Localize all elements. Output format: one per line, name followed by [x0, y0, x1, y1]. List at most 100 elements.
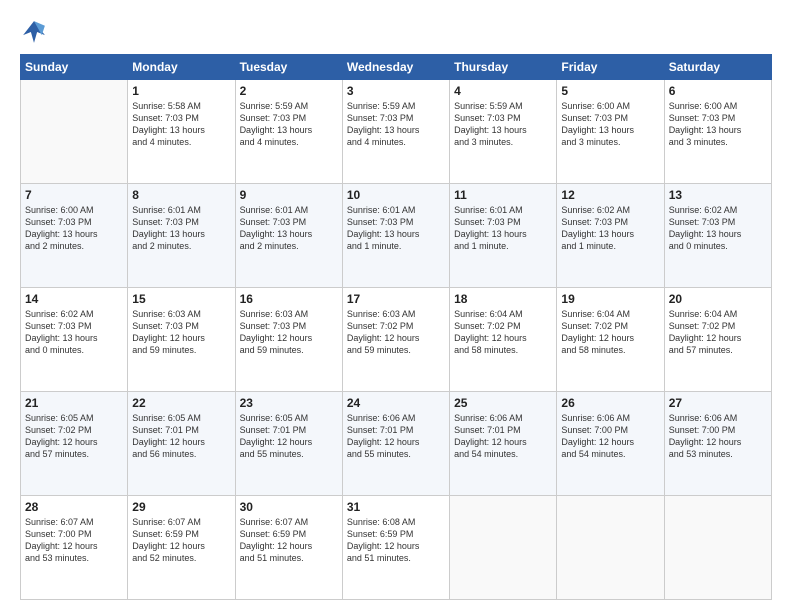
cell-info: Sunrise: 6:06 AM Sunset: 7:00 PM Dayligh…	[669, 412, 767, 461]
header-day-tuesday: Tuesday	[235, 55, 342, 80]
cell-info: Sunrise: 6:03 AM Sunset: 7:03 PM Dayligh…	[132, 308, 230, 357]
calendar-cell: 24Sunrise: 6:06 AM Sunset: 7:01 PM Dayli…	[342, 392, 449, 496]
cell-info: Sunrise: 6:06 AM Sunset: 7:01 PM Dayligh…	[347, 412, 445, 461]
calendar-cell: 26 Sunrise: 6:06 AM Sunset: 7:00 PM Dayli…	[557, 392, 664, 496]
calendar-cell: 11 Sunrise: 6:01 AM Sunset: 7:03 PM Dayli…	[450, 184, 557, 288]
cell-info: Sunrise: 5:58 AM Sunset: 7:03 PM Dayligh…	[132, 100, 230, 149]
day-number: 9	[240, 188, 338, 202]
cell-info: Sunrise: 6:02 AM Sunset: 7:03 PM Dayligh…	[25, 308, 123, 357]
day-number: 31	[347, 500, 445, 514]
header-day-sunday: Sunday	[21, 55, 128, 80]
cell-info: Sunrise: 6:07 AM Sunset: 7:00 PM Dayligh…	[25, 516, 123, 565]
week-row-5: 28 Sunrise: 6:07 AM Sunset: 7:00 PM Dayli…	[21, 496, 772, 600]
calendar-cell: 18 Sunrise: 6:04 AM Sunset: 7:02 PM Dayli…	[450, 288, 557, 392]
day-number: 3	[347, 84, 445, 98]
day-number: 25	[454, 396, 552, 410]
calendar-cell: 19 Sunrise: 6:04 AM Sunset: 7:02 PM Dayli…	[557, 288, 664, 392]
calendar-cell	[557, 496, 664, 600]
calendar-cell: 28 Sunrise: 6:07 AM Sunset: 7:00 PM Dayli…	[21, 496, 128, 600]
calendar-cell: 27 Sunrise: 6:06 AM Sunset: 7:00 PM Dayli…	[664, 392, 771, 496]
calendar-cell: 13 Sunrise: 6:02 AM Sunset: 7:03 PM Dayli…	[664, 184, 771, 288]
page: SundayMondayTuesdayWednesdayThursdayFrid…	[0, 0, 792, 612]
day-number: 27	[669, 396, 767, 410]
day-number: 8	[132, 188, 230, 202]
day-number: 20	[669, 292, 767, 306]
calendar-cell: 14 Sunrise: 6:02 AM Sunset: 7:03 PM Dayli…	[21, 288, 128, 392]
day-number: 4	[454, 84, 552, 98]
cell-info: Sunrise: 6:01 AM Sunset: 7:03 PM Dayligh…	[347, 204, 445, 253]
day-number: 11	[454, 188, 552, 202]
header	[20, 18, 772, 46]
cell-info: Sunrise: 6:02 AM Sunset: 7:03 PM Dayligh…	[669, 204, 767, 253]
cell-info: Sunrise: 6:00 AM Sunset: 7:03 PM Dayligh…	[25, 204, 123, 253]
calendar-cell	[450, 496, 557, 600]
calendar-cell: 21 Sunrise: 6:05 AM Sunset: 7:02 PM Dayli…	[21, 392, 128, 496]
header-day-monday: Monday	[128, 55, 235, 80]
calendar-cell: 29Sunrise: 6:07 AM Sunset: 6:59 PM Dayli…	[128, 496, 235, 600]
day-number: 30	[240, 500, 338, 514]
day-number: 13	[669, 188, 767, 202]
calendar-cell: 17 Sunrise: 6:03 AM Sunset: 7:02 PM Dayli…	[342, 288, 449, 392]
day-number: 5	[561, 84, 659, 98]
day-number: 1	[132, 84, 230, 98]
cell-info: Sunrise: 6:02 AM Sunset: 7:03 PM Dayligh…	[561, 204, 659, 253]
calendar-cell: 22Sunrise: 6:05 AM Sunset: 7:01 PM Dayli…	[128, 392, 235, 496]
calendar-header-row: SundayMondayTuesdayWednesdayThursdayFrid…	[21, 55, 772, 80]
cell-info: Sunrise: 6:04 AM Sunset: 7:02 PM Dayligh…	[561, 308, 659, 357]
calendar-cell: 9Sunrise: 6:01 AM Sunset: 7:03 PM Daylig…	[235, 184, 342, 288]
calendar-cell: 16Sunrise: 6:03 AM Sunset: 7:03 PM Dayli…	[235, 288, 342, 392]
calendar-cell: 31 Sunrise: 6:08 AM Sunset: 6:59 PM Dayli…	[342, 496, 449, 600]
day-number: 19	[561, 292, 659, 306]
calendar-cell: 10Sunrise: 6:01 AM Sunset: 7:03 PM Dayli…	[342, 184, 449, 288]
cell-info: Sunrise: 5:59 AM Sunset: 7:03 PM Dayligh…	[454, 100, 552, 149]
day-number: 16	[240, 292, 338, 306]
day-number: 21	[25, 396, 123, 410]
cell-info: Sunrise: 6:00 AM Sunset: 7:03 PM Dayligh…	[561, 100, 659, 149]
calendar-cell	[21, 80, 128, 184]
week-row-3: 14 Sunrise: 6:02 AM Sunset: 7:03 PM Dayli…	[21, 288, 772, 392]
calendar-cell: 4 Sunrise: 5:59 AM Sunset: 7:03 PM Daylig…	[450, 80, 557, 184]
day-number: 28	[25, 500, 123, 514]
day-number: 29	[132, 500, 230, 514]
calendar-cell: 20 Sunrise: 6:04 AM Sunset: 7:02 PM Dayli…	[664, 288, 771, 392]
calendar-cell: 12Sunrise: 6:02 AM Sunset: 7:03 PM Dayli…	[557, 184, 664, 288]
week-row-1: 1 Sunrise: 5:58 AM Sunset: 7:03 PM Daylig…	[21, 80, 772, 184]
calendar-cell: 30 Sunrise: 6:07 AM Sunset: 6:59 PM Dayli…	[235, 496, 342, 600]
day-number: 26	[561, 396, 659, 410]
week-row-4: 21 Sunrise: 6:05 AM Sunset: 7:02 PM Dayli…	[21, 392, 772, 496]
cell-info: Sunrise: 6:01 AM Sunset: 7:03 PM Dayligh…	[454, 204, 552, 253]
cell-info: Sunrise: 6:07 AM Sunset: 6:59 PM Dayligh…	[240, 516, 338, 565]
day-number: 14	[25, 292, 123, 306]
cell-info: Sunrise: 6:01 AM Sunset: 7:03 PM Dayligh…	[132, 204, 230, 253]
week-row-2: 7Sunrise: 6:00 AM Sunset: 7:03 PM Daylig…	[21, 184, 772, 288]
calendar-cell: 6 Sunrise: 6:00 AM Sunset: 7:03 PM Daylig…	[664, 80, 771, 184]
day-number: 22	[132, 396, 230, 410]
day-number: 6	[669, 84, 767, 98]
header-day-saturday: Saturday	[664, 55, 771, 80]
cell-info: Sunrise: 5:59 AM Sunset: 7:03 PM Dayligh…	[347, 100, 445, 149]
cell-info: Sunrise: 6:04 AM Sunset: 7:02 PM Dayligh…	[669, 308, 767, 357]
cell-info: Sunrise: 6:04 AM Sunset: 7:02 PM Dayligh…	[454, 308, 552, 357]
calendar-cell: 5 Sunrise: 6:00 AM Sunset: 7:03 PM Daylig…	[557, 80, 664, 184]
cell-info: Sunrise: 6:05 AM Sunset: 7:01 PM Dayligh…	[240, 412, 338, 461]
calendar-cell: 3 Sunrise: 5:59 AM Sunset: 7:03 PM Daylig…	[342, 80, 449, 184]
header-day-friday: Friday	[557, 55, 664, 80]
cell-info: Sunrise: 6:06 AM Sunset: 7:00 PM Dayligh…	[561, 412, 659, 461]
cell-info: Sunrise: 6:03 AM Sunset: 7:02 PM Dayligh…	[347, 308, 445, 357]
day-number: 18	[454, 292, 552, 306]
calendar-cell: 2Sunrise: 5:59 AM Sunset: 7:03 PM Daylig…	[235, 80, 342, 184]
day-number: 23	[240, 396, 338, 410]
day-number: 17	[347, 292, 445, 306]
cell-info: Sunrise: 6:06 AM Sunset: 7:01 PM Dayligh…	[454, 412, 552, 461]
cell-info: Sunrise: 6:00 AM Sunset: 7:03 PM Dayligh…	[669, 100, 767, 149]
day-number: 15	[132, 292, 230, 306]
calendar: SundayMondayTuesdayWednesdayThursdayFrid…	[20, 54, 772, 600]
calendar-cell: 7Sunrise: 6:00 AM Sunset: 7:03 PM Daylig…	[21, 184, 128, 288]
calendar-cell: 25 Sunrise: 6:06 AM Sunset: 7:01 PM Dayli…	[450, 392, 557, 496]
cell-info: Sunrise: 6:08 AM Sunset: 6:59 PM Dayligh…	[347, 516, 445, 565]
calendar-cell: 23 Sunrise: 6:05 AM Sunset: 7:01 PM Dayli…	[235, 392, 342, 496]
cell-info: Sunrise: 6:05 AM Sunset: 7:02 PM Dayligh…	[25, 412, 123, 461]
calendar-cell: 8 Sunrise: 6:01 AM Sunset: 7:03 PM Daylig…	[128, 184, 235, 288]
cell-info: Sunrise: 5:59 AM Sunset: 7:03 PM Dayligh…	[240, 100, 338, 149]
logo-icon	[20, 18, 48, 46]
